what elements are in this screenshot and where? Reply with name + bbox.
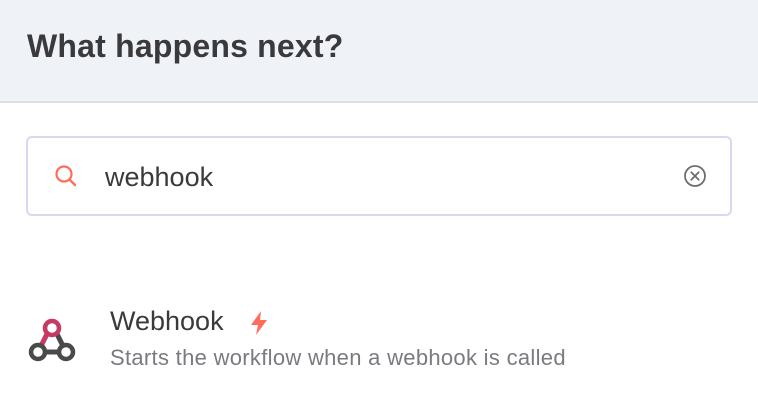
list-item-description: Starts the workflow when a webhook is ca… (110, 345, 566, 370)
page-title: What happens next? (27, 28, 344, 64)
list-item-title: Webhook (110, 306, 224, 336)
search-icon (54, 164, 78, 188)
panel-header: What happens next? (0, 0, 758, 103)
lightning-bolt-icon (248, 310, 270, 336)
search-box[interactable] (26, 136, 732, 216)
webhook-icon (27, 318, 77, 364)
list-item-webhook[interactable]: Webhook Starts the workflow when a webho… (0, 290, 758, 390)
clear-circle-icon[interactable] (683, 164, 707, 188)
search-input[interactable] (105, 158, 665, 196)
node-creator-panel: What happens next? webhook Webhook Start… (0, 0, 758, 420)
